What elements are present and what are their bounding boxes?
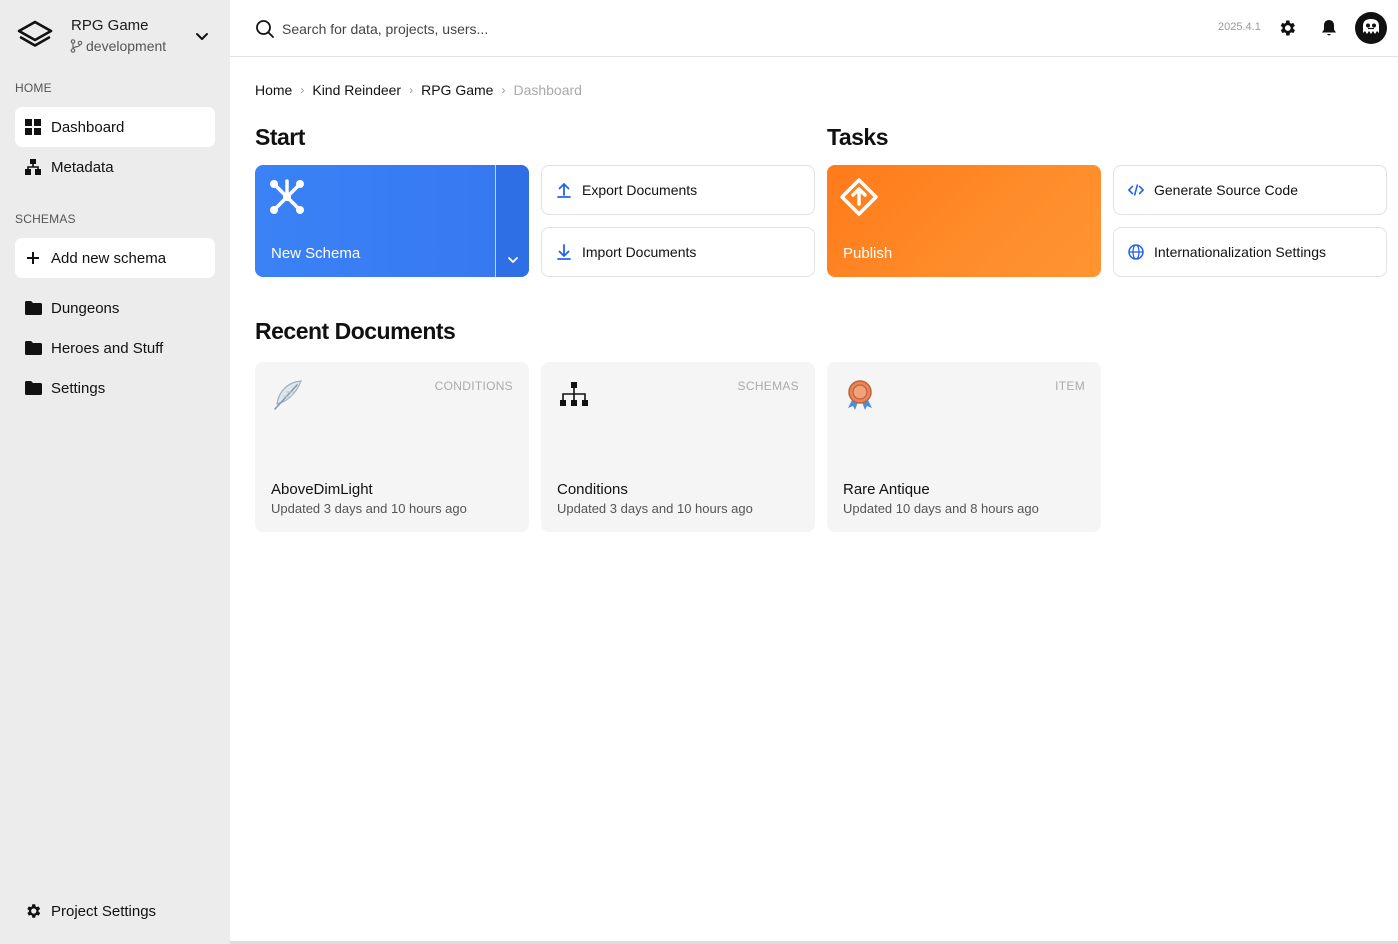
breadcrumb-home[interactable]: Home [255,82,292,98]
git-branch-icon [70,39,83,53]
chevron-down-icon [508,257,518,263]
sidebar-item-label: Settings [51,379,106,397]
branch-name: development [86,38,167,54]
breadcrumb: Home › Kind Reindeer › RPG Game › Dashbo… [255,82,582,98]
chevron-right-icon: › [409,83,414,97]
home-section-label: HOME [15,81,52,95]
export-documents-button[interactable]: Export Documents [541,165,815,215]
document-title: Conditions [557,481,628,498]
folder-icon [24,339,42,357]
layers-logo-icon [17,20,53,47]
feather-icon [274,380,302,410]
sidebar-item-label: Dungeons [51,299,120,317]
internationalization-settings-button[interactable]: Internationalization Settings [1113,227,1387,277]
breadcrumb-current: Dashboard [513,82,582,98]
document-title: Rare Antique [843,481,930,498]
download-icon [556,244,572,260]
document-updated: Updated 10 days and 8 hours ago [843,501,1039,516]
document-type-tag: CONDITIONS [434,379,513,393]
tasks-heading: Tasks [827,124,889,150]
generate-source-code-label: Generate Source Code [1154,182,1298,198]
publish-diamond-icon [840,178,878,216]
upload-icon [556,182,572,198]
version-label: 2025.4.1 [1218,21,1261,33]
recent-documents-heading: Recent Documents [255,318,456,344]
recent-document-card[interactable]: ITEM Rare Antique Updated 10 days and 8 … [827,362,1101,532]
settings-gear-icon[interactable] [1277,18,1297,38]
sidebar-item-dungeons[interactable]: Dungeons [15,288,215,328]
folder-icon [24,299,42,317]
recent-document-card[interactable]: SCHEMAS Conditions Updated 3 days and 10… [541,362,815,532]
add-schema-label: Add new schema [51,249,167,267]
sidebar-item-settings[interactable]: Settings [15,368,215,408]
internationalization-settings-label: Internationalization Settings [1154,244,1326,260]
sidebar-item-dashboard[interactable]: Dashboard [15,107,215,147]
project-switcher[interactable]: RPG Game development [0,0,230,64]
sidebar-item-label: Metadata [51,158,114,176]
schema-branch-icon [270,179,304,214]
search-input[interactable] [282,17,682,41]
chevron-right-icon: › [501,83,506,97]
generate-source-code-button[interactable]: Generate Source Code [1113,165,1387,215]
chevron-down-icon[interactable] [194,28,210,44]
topbar: 2025.4.1 [230,0,1398,57]
new-schema-dropdown-toggle[interactable] [495,165,529,277]
plus-icon [24,249,42,267]
sidebar: RPG Game development HOME Dashboard Meta… [0,0,230,944]
sidebar-item-label: Dashboard [51,118,125,136]
gear-icon [24,902,42,920]
document-type-tag: ITEM [1055,379,1085,393]
sidebar-item-label: Heroes and Stuff [51,339,164,357]
sidebar-item-metadata[interactable]: Metadata [15,147,215,187]
publish-label: Publish [843,245,893,262]
sidebar-item-heroes-and-stuff[interactable]: Heroes and Stuff [15,328,215,368]
new-schema-button[interactable]: New Schema [255,165,529,277]
document-updated: Updated 3 days and 10 hours ago [271,501,467,516]
monster-avatar-icon [1363,19,1379,34]
notifications-bell-icon[interactable] [1319,18,1339,38]
export-documents-label: Export Documents [582,182,698,198]
import-documents-button[interactable]: Import Documents [541,227,815,277]
chevron-right-icon: › [300,83,305,97]
recent-document-card[interactable]: CONDITIONS AboveDimLight Updated 3 days … [255,362,529,532]
publish-button[interactable]: Publish [827,165,1101,277]
schemas-section-label: SCHEMAS [15,212,76,226]
project-name: RPG Game [71,17,149,34]
hierarchy-icon [24,158,42,176]
globe-icon [1128,244,1144,260]
breadcrumb-organization[interactable]: Kind Reindeer [312,82,401,98]
dashboard-icon [24,118,42,136]
search-icon [256,20,274,38]
code-icon [1128,182,1144,198]
project-settings-label: Project Settings [51,902,157,920]
import-documents-label: Import Documents [582,244,697,260]
org-chart-icon [560,382,588,406]
folder-icon [24,379,42,397]
start-heading: Start [255,124,305,150]
document-updated: Updated 3 days and 10 hours ago [557,501,753,516]
project-settings-button[interactable]: Project Settings [15,891,215,931]
add-schema-button[interactable]: Add new schema [15,238,215,278]
breadcrumb-project[interactable]: RPG Game [421,82,493,98]
medal-icon [848,380,872,410]
user-avatar[interactable] [1355,12,1387,44]
document-title: AboveDimLight [271,481,373,498]
new-schema-label: New Schema [271,245,361,262]
document-type-tag: SCHEMAS [737,379,799,393]
branch-indicator: development [70,38,166,54]
